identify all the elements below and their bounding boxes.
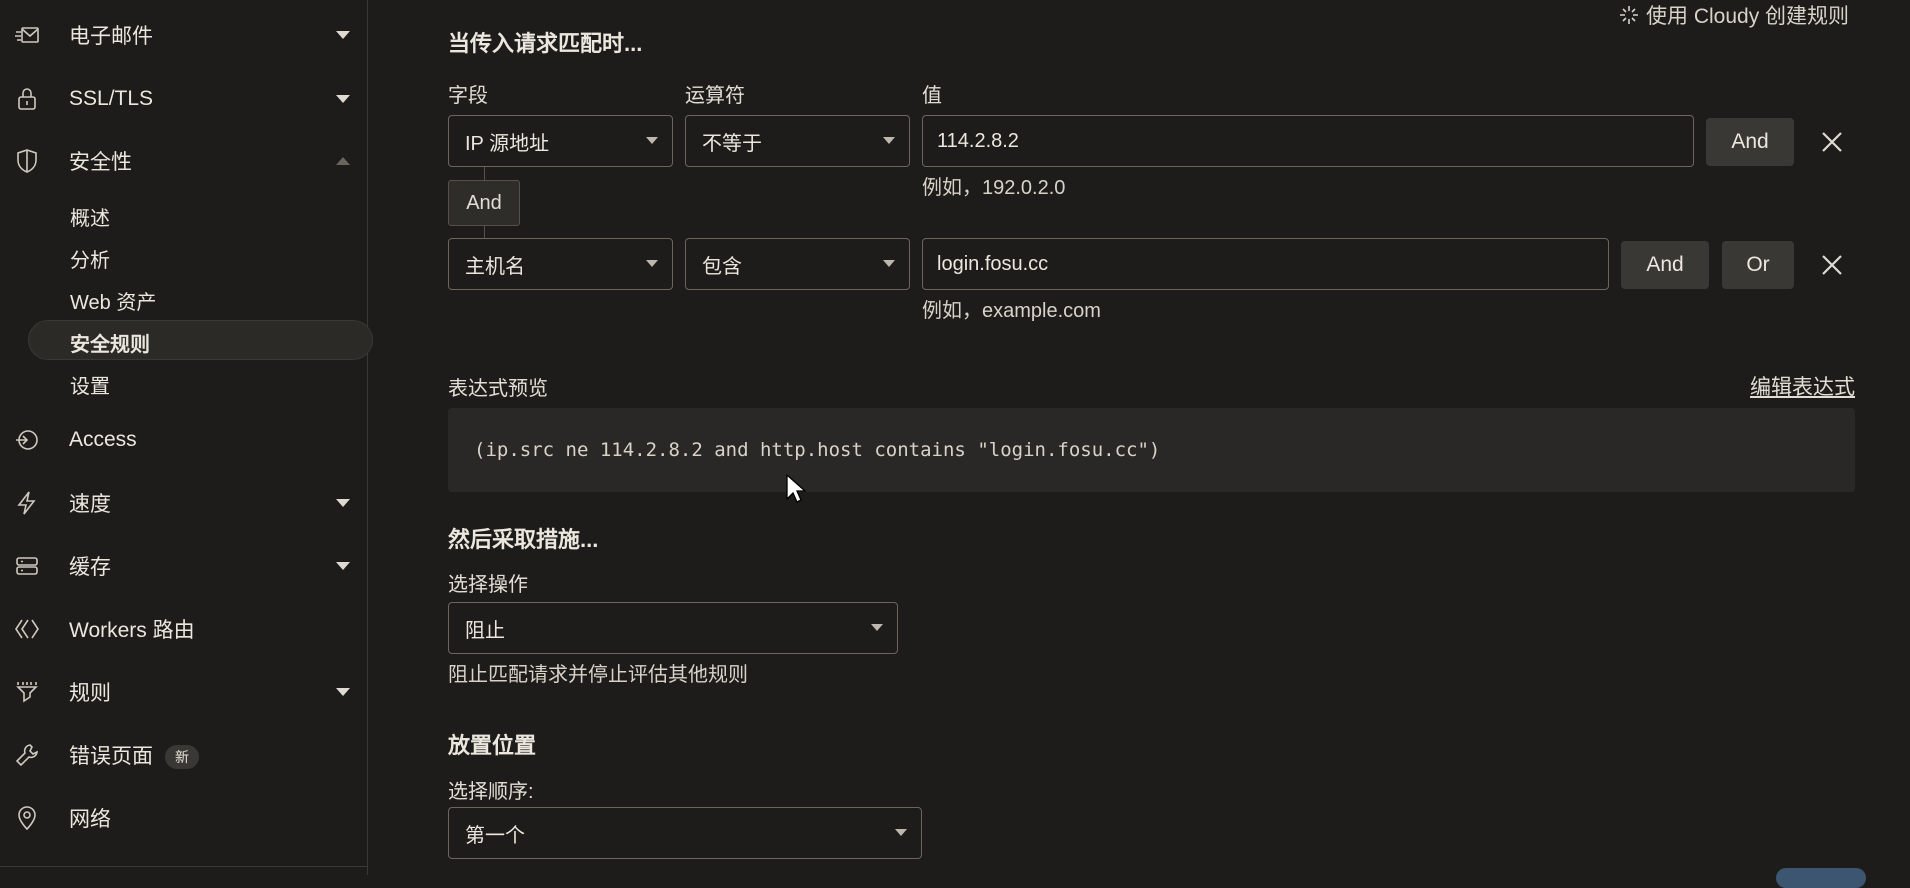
chevron-down-icon [895,829,907,836]
column-label-value: 值 [922,85,942,107]
sidebar-sub-security-rules[interactable]: 安全规则 [70,328,150,357]
and-connector-chip[interactable]: And [448,180,520,226]
rules-icon [12,677,42,707]
sidebar-sub-web-assets[interactable]: Web 资产 [70,286,156,315]
field-select-2[interactable]: 主机名 [448,238,673,290]
sidebar-item-cache[interactable]: 缓存 [0,546,368,586]
chevron-down-icon [883,137,895,144]
sidebar-item-label: SSL/TLS [69,87,154,110]
mouse-cursor-icon [786,474,806,503]
close-icon[interactable] [1819,129,1845,155]
sidebar-item-label: Workers 路由 [69,619,195,642]
sidebar-item-workers-routes[interactable]: Workers 路由 [0,609,368,649]
rule-editor: 使用 Cloudy 创建规则 当传入请求匹配时... 字段 运算符 值 IP 源… [369,0,1910,875]
action-hint: 阻止匹配请求并停止评估其他规则 [448,664,748,686]
close-icon[interactable] [1819,252,1845,278]
sidebar-item-label: 电子邮件 [69,25,153,48]
column-label-field: 字段 [448,85,488,107]
or-button-2[interactable]: Or [1722,241,1794,289]
sidebar-item-label: 规则 [69,682,111,705]
new-badge: 新 [165,745,199,770]
chevron-down-icon [336,562,350,570]
sidebar-item-label: Access [69,428,137,451]
chevron-down-icon [336,95,350,103]
sidebar-sub-overview[interactable]: 概述 [70,202,110,231]
value-input-2[interactable]: login.fosu.cc [922,238,1609,290]
value-hint-2: 例如，example.com [922,300,1101,322]
chevron-down-icon [883,260,895,267]
sidebar-item-access[interactable]: Access [0,420,368,460]
sidebar-item-network[interactable]: 网络 [0,798,368,838]
sidebar: 电子邮件 SSL/TLS 安全性 概述 分析 Web 资产 安全规则 设置 Ac… [0,0,373,875]
mail-icon [12,20,42,50]
sidebar-item-rules[interactable]: 规则 [0,672,368,712]
and-button-1[interactable]: And [1706,118,1794,166]
sidebar-item-ssl-tls[interactable]: SSL/TLS [0,79,368,119]
chevron-up-icon [336,157,350,165]
sidebar-item-error-pages[interactable]: 错误页面新 [0,735,368,775]
chevron-down-icon [336,499,350,507]
sidebar-item-security[interactable]: 安全性 [0,141,368,181]
sidebar-sub-analytics[interactable]: 分析 [70,244,110,273]
location-pin-icon [12,803,42,833]
sidebar-item-email[interactable]: 电子邮件 [0,15,368,55]
sidebar-item-label: 速度 [69,493,111,516]
access-icon [12,425,42,455]
workers-icon [12,614,42,644]
action-label: 选择操作 [448,574,528,596]
sidebar-item-label: 网络 [69,808,111,831]
sparkle-icon [1620,6,1638,24]
operator-select-1[interactable]: 不等于 [685,115,910,167]
column-label-operator: 运算符 [685,85,745,107]
expression-preview: (ip.src ne 114.2.8.2 and http.host conta… [448,408,1855,492]
field-select-1[interactable]: IP 源地址 [448,115,673,167]
sidebar-item-speed[interactable]: 速度 [0,483,368,523]
storage-icon [12,551,42,581]
connector-line [484,167,485,180]
section-heading-placement: 放置位置 [448,733,537,758]
value-hint-1: 例如，192.0.2.0 [922,177,1066,199]
cloudy-create-rule-link[interactable]: 使用 Cloudy 创建规则 [1618,0,1849,30]
lock-icon [12,84,42,114]
shield-icon [12,146,42,176]
order-label: 选择顺序: [448,781,534,803]
expression-preview-label: 表达式预览 [448,378,548,400]
chevron-down-icon [336,31,350,39]
section-heading-action: 然后采取措施... [448,527,599,552]
operator-select-2[interactable]: 包含 [685,238,910,290]
action-select[interactable]: 阻止 [448,602,898,654]
chevron-down-icon [336,688,350,696]
chevron-down-icon [871,624,883,631]
floating-action-button[interactable] [1776,868,1866,888]
section-heading-match: 当传入请求匹配时... [448,31,643,56]
value-input-1[interactable]: 114.2.8.2 [922,115,1694,167]
edit-expression-link[interactable]: 编辑表达式 [1750,371,1855,401]
sidebar-divider [0,866,367,867]
connector-line [484,226,485,238]
sidebar-sub-settings[interactable]: 设置 [70,370,110,399]
wrench-icon [12,740,42,770]
order-select[interactable]: 第一个 [448,807,922,859]
and-button-2[interactable]: And [1621,241,1709,289]
sidebar-item-label: 缓存 [69,556,111,579]
chevron-down-icon [646,137,658,144]
lightning-icon [12,488,42,518]
chevron-down-icon [646,260,658,267]
sidebar-item-label: 错误页面新 [69,740,199,770]
sidebar-item-label: 安全性 [69,151,132,174]
